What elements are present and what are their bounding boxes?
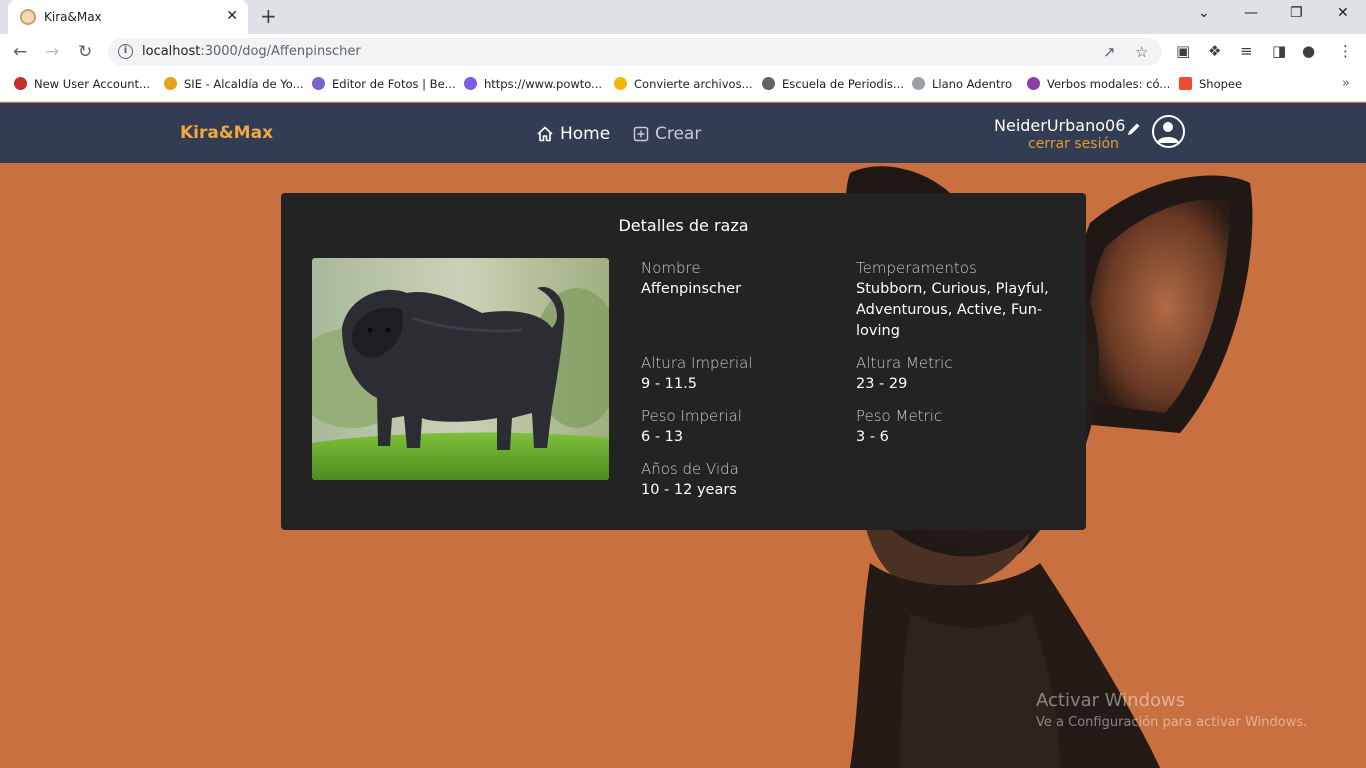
logout-link[interactable]: cerrar sesión	[1028, 136, 1119, 152]
bookmark-item[interactable]: New User Account...	[14, 77, 150, 91]
bookmark-item[interactable]: Llano Adentro	[912, 77, 1012, 91]
bookmark-label: Convierte archivos...	[634, 77, 753, 91]
plus-square-icon	[633, 126, 649, 142]
url-path: :3000/dog/Affenpinscher	[200, 44, 361, 59]
verbs-icon	[1027, 77, 1040, 90]
nombre-value: Affenpinscher	[641, 281, 742, 297]
brand-logo[interactable]: Kira&Max	[180, 123, 273, 143]
altura-imperial-value: 9 - 11.5	[641, 376, 697, 392]
field-peso-imperial: Peso Imperial 6 - 13	[641, 406, 841, 448]
activate-windows-subtitle: Ve a Configuración para activar Windows.	[1036, 715, 1308, 730]
pencil-icon[interactable]	[1126, 121, 1142, 137]
browser-toolbar: ← → ↻ i localhost:3000/dog/Affenpinscher…	[0, 34, 1366, 70]
vida-value: 10 - 12 years	[641, 482, 737, 498]
url-host: localhost	[142, 44, 201, 59]
bookmark-item[interactable]: Escuela de Periodis...	[762, 77, 904, 91]
card-title: Detalles de raza	[618, 216, 749, 235]
nav-create-label: Crear	[655, 124, 702, 144]
photo-editor-icon	[312, 77, 325, 90]
side-panel-icon[interactable]: ◨	[1272, 42, 1286, 60]
bookmark-item[interactable]: Shopee	[1179, 77, 1242, 91]
field-altura-imperial: Altura Imperial 9 - 11.5	[641, 353, 841, 395]
new-tab-button[interactable]: +	[260, 5, 277, 27]
user-avatar-icon	[1157, 122, 1179, 143]
gear-red-icon	[14, 77, 27, 90]
convert-icon	[614, 77, 627, 90]
shopee-icon	[1179, 77, 1192, 90]
url-text[interactable]: localhost:3000/dog/Affenpinscher	[142, 44, 361, 59]
field-peso-metric: Peso Metric 3 - 6	[856, 406, 1056, 448]
profile-hat-icon[interactable]: ●	[1302, 42, 1315, 60]
powtoon-icon	[464, 77, 477, 90]
bookmark-star-icon[interactable]: ☆	[1135, 43, 1148, 61]
tab-favicon-icon	[20, 9, 36, 25]
bookmark-item[interactable]: SIE - Alcaldía de Yo...	[164, 77, 304, 91]
reading-list-icon[interactable]: ≡	[1240, 42, 1253, 60]
back-arrow-icon[interactable]: ←	[13, 42, 27, 62]
bookmarks-more-icon[interactable]: »	[1342, 76, 1350, 91]
site-info-icon[interactable]: i	[118, 44, 133, 59]
tab-search-icon[interactable]: ⌄	[1198, 5, 1210, 21]
browser-tab-bar: Kira&Max ✕ + ⌄ — ❐ ✕	[0, 0, 1366, 34]
bookmark-item[interactable]: Verbos modales: có...	[1027, 77, 1170, 91]
nav-home-link[interactable]: Home	[536, 124, 610, 144]
bookmark-item[interactable]: https://www.powto...	[464, 77, 602, 91]
bookmark-item[interactable]: Editor de Fotos | Be...	[312, 77, 456, 91]
bookmark-label: New User Account...	[34, 77, 151, 91]
vida-label: Años de Vida	[641, 460, 739, 478]
bookmark-label: https://www.powto...	[484, 77, 603, 91]
bookmark-label: SIE - Alcaldía de Yo...	[184, 77, 304, 91]
cast-icon[interactable]: ▣	[1176, 42, 1190, 60]
globe-icon	[762, 77, 775, 90]
nav-home-label: Home	[560, 124, 611, 144]
nombre-label: Nombre	[641, 259, 701, 277]
breed-detail-card: Detalles de raza Nombre Affenpinscher Te…	[281, 193, 1086, 530]
menu-kebab-icon[interactable]: ⋮	[1338, 42, 1353, 60]
bookmark-label: Shopee	[1199, 77, 1243, 91]
altura-metric-value: 23 - 29	[856, 376, 908, 392]
doc-icon	[912, 77, 925, 90]
s-icon	[164, 77, 177, 90]
bookmark-label: Editor de Fotos | Be...	[332, 77, 456, 91]
forward-arrow-icon[interactable]: →	[45, 42, 59, 62]
tab-close-icon[interactable]: ✕	[226, 8, 238, 24]
field-anos-de-vida: Años de Vida 10 - 12 years	[641, 459, 841, 501]
nav-create-link[interactable]: Crear	[633, 124, 701, 144]
field-altura-metric: Altura Metric 23 - 29	[856, 353, 1056, 395]
username: NeiderUrbano06	[994, 116, 1126, 135]
altura-imperial-label: Altura Imperial	[641, 354, 753, 372]
bookmarks-bar: New User Account... SIE - Alcaldía de Yo…	[0, 70, 1366, 102]
close-window-button[interactable]: ✕	[1337, 5, 1349, 21]
maximize-button[interactable]: ❐	[1290, 5, 1303, 21]
altura-metric-label: Altura Metric	[856, 354, 953, 372]
address-bar[interactable]: i localhost:3000/dog/Affenpinscher ↗ ☆	[108, 38, 1162, 66]
peso-imperial-label: Peso Imperial	[641, 407, 742, 425]
browser-tab[interactable]: Kira&Max ✕	[8, 0, 248, 34]
field-nombre: Nombre Affenpinscher	[641, 258, 841, 300]
reload-icon[interactable]: ↻	[78, 42, 92, 62]
share-icon[interactable]: ↗	[1103, 43, 1116, 61]
temperamentos-value: Stubborn, Curious, Playful, Adventurous,…	[856, 281, 1049, 339]
bookmark-item[interactable]: Convierte archivos...	[614, 77, 753, 91]
peso-metric-label: Peso Metric	[856, 407, 943, 425]
activate-windows-title: Activar Windows	[1036, 690, 1186, 711]
extensions-puzzle-icon[interactable]: ❖	[1208, 42, 1221, 60]
field-temperamentos: Temperamentos Stubborn, Curious, Playful…	[856, 258, 1056, 342]
temperamentos-label: Temperamentos	[856, 259, 977, 277]
home-icon	[537, 126, 553, 142]
app-navbar: Kira&Max Home Crear NeiderUrbano06 cerra…	[0, 103, 1366, 163]
minimize-button[interactable]: —	[1244, 5, 1258, 21]
tab-title: Kira&Max	[44, 10, 102, 24]
bookmark-label: Escuela de Periodis...	[782, 77, 904, 91]
peso-imperial-value: 6 - 13	[641, 429, 684, 445]
bookmark-label: Llano Adentro	[932, 77, 1012, 91]
breed-photo	[312, 258, 609, 480]
avatar[interactable]	[1152, 115, 1185, 148]
peso-metric-value: 3 - 6	[856, 429, 889, 445]
bookmark-label: Verbos modales: có...	[1047, 77, 1171, 91]
